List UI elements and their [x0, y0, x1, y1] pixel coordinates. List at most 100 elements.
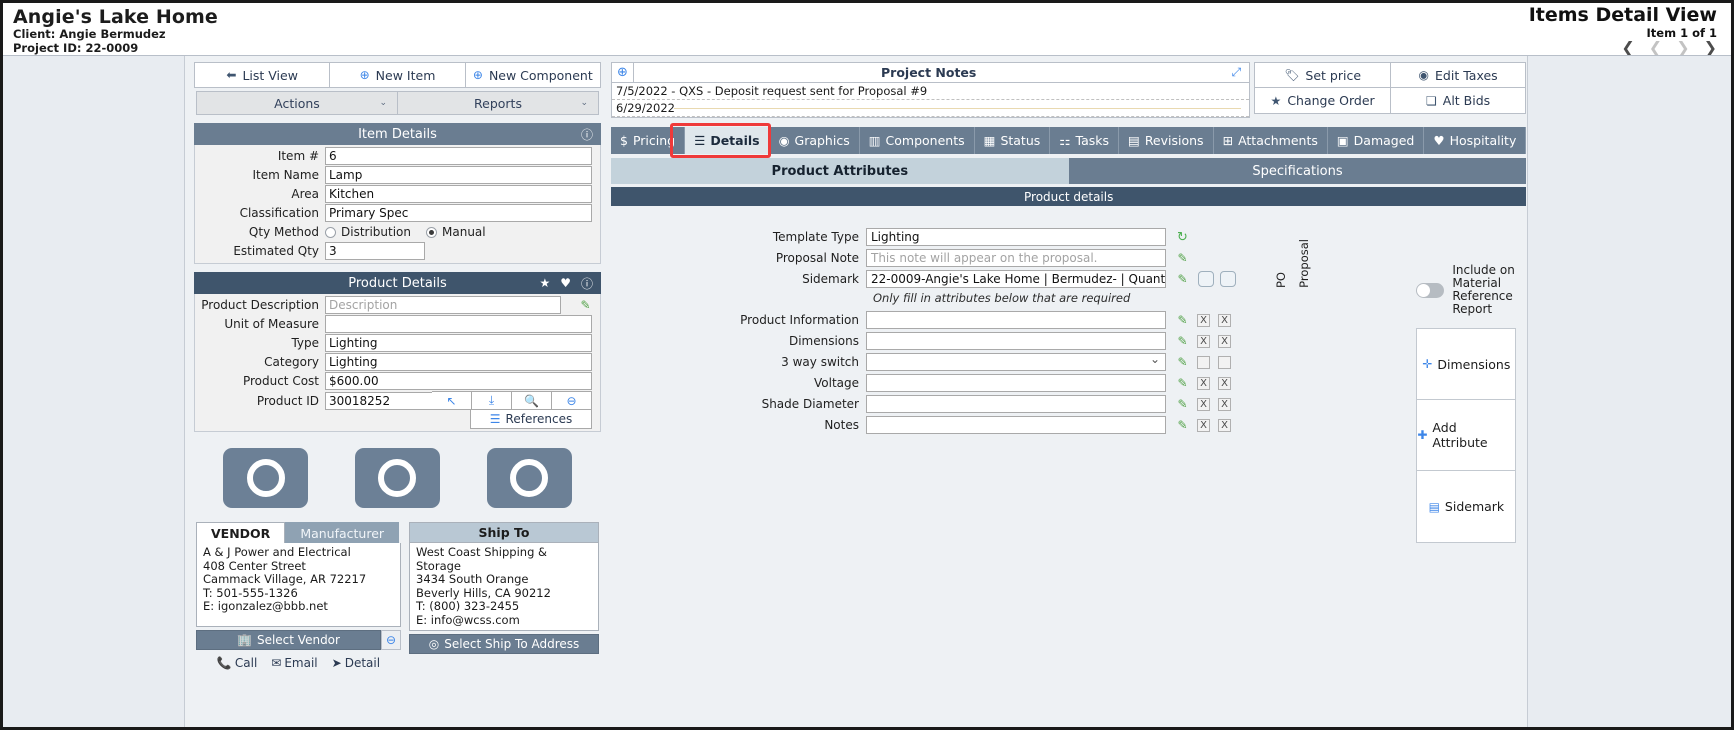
last-page-icon[interactable]: ❯ — [1704, 40, 1717, 56]
reports-dropdown[interactable]: Reports ⌄ — [397, 91, 599, 115]
email-button[interactable]: ✉ Email — [271, 656, 317, 670]
detail-button[interactable]: ➤ Detail — [332, 656, 380, 670]
subtab-product-attributes[interactable]: Product Attributes — [611, 158, 1069, 184]
pencil-icon[interactable]: ✎ — [1176, 272, 1189, 286]
first-page-icon[interactable]: ❮ — [1621, 40, 1634, 56]
radio-manual[interactable] — [426, 226, 438, 238]
proposal-checkbox[interactable]: X — [1218, 334, 1231, 348]
prev-page-icon[interactable]: ❮ — [1649, 40, 1662, 56]
three-way-switch-select[interactable] — [866, 353, 1166, 371]
refresh-icon[interactable]: ↻ — [1176, 230, 1189, 245]
proposal-checkbox[interactable]: . — [1218, 355, 1231, 369]
product-information-input[interactable] — [866, 311, 1166, 329]
new-item-button[interactable]: ⊕ New Item — [329, 62, 465, 88]
include-material-reference-toggle[interactable] — [1416, 282, 1445, 298]
link-arrow-icon[interactable]: ↖ — [432, 391, 472, 410]
po-checkbox[interactable]: X — [1197, 418, 1210, 432]
type-input[interactable]: Lighting — [325, 334, 592, 352]
pencil-icon[interactable]: ✎ — [1176, 313, 1189, 327]
tab-vendor[interactable]: VENDOR — [196, 522, 286, 543]
pencil-icon[interactable]: ✎ — [1176, 397, 1189, 411]
info-icon[interactable]: ⓘ — [581, 275, 593, 292]
po-checkbox[interactable]: . — [1197, 355, 1210, 369]
tab-hospitality[interactable]: ♥ Hospitality — [1424, 127, 1527, 154]
subtab-specifications[interactable]: Specifications — [1068, 158, 1527, 184]
sidemark-proposal-checkbox[interactable] — [1220, 271, 1236, 287]
pencil-icon[interactable]: ✎ — [1176, 376, 1189, 390]
area-input[interactable]: Kitchen — [325, 185, 592, 203]
dimensions-input[interactable] — [866, 332, 1166, 350]
pencil-icon[interactable]: ✎ — [579, 298, 592, 312]
set-price-button[interactable]: 🏷 Set price — [1254, 62, 1390, 88]
product-description-input[interactable]: Description — [325, 296, 561, 314]
edit-taxes-button[interactable]: ◉ Edit Taxes — [1389, 62, 1527, 88]
tab-details[interactable]: ☰ Details — [685, 127, 770, 154]
tab-attachments[interactable]: ⊞ Attachments — [1213, 127, 1328, 154]
pencil-icon[interactable]: ✎ — [1176, 251, 1189, 265]
pencil-icon[interactable]: ✎ — [1176, 334, 1189, 348]
sidemark-button[interactable]: ▤ Sidemark — [1417, 471, 1515, 542]
note-item[interactable]: 6/29/2022 — [612, 100, 1250, 117]
add-note-icon[interactable]: ⊕ — [612, 63, 634, 82]
tab-tasks[interactable]: ⚏ Tasks — [1050, 127, 1119, 154]
tab-graphics[interactable]: ◉ Graphics — [769, 127, 860, 154]
tab-components[interactable]: ▥ Components — [859, 127, 975, 154]
call-button[interactable]: 📞 Call — [217, 656, 257, 670]
po-checkbox[interactable]: X — [1197, 313, 1210, 327]
item-number-input[interactable]: 6 — [325, 147, 592, 165]
select-vendor-button[interactable]: 🏢 Select Vendor — [196, 630, 381, 650]
info-icon[interactable]: ⓘ — [581, 126, 593, 143]
tab-revisions[interactable]: ▤ Revisions — [1119, 127, 1214, 154]
photo-placeholder-3[interactable] — [486, 448, 572, 508]
expand-icon[interactable]: ⤢ — [1223, 65, 1249, 80]
unit-of-measure-input[interactable] — [325, 315, 592, 333]
photo-placeholder-1[interactable] — [223, 448, 309, 508]
template-type-input[interactable]: Lighting — [866, 228, 1166, 246]
actions-dropdown[interactable]: Actions ⌄ — [196, 91, 397, 115]
po-checkbox[interactable]: X — [1197, 334, 1210, 348]
tab-status[interactable]: ▦ Status — [974, 127, 1051, 154]
po-checkbox[interactable]: X — [1197, 376, 1210, 390]
remove-vendor-icon[interactable]: ⊖ — [381, 630, 401, 650]
shade-diameter-input[interactable] — [866, 395, 1166, 413]
select-shipto-button[interactable]: ◎ Select Ship To Address — [409, 634, 599, 654]
product-cost-input[interactable]: $600.00 — [325, 372, 592, 390]
new-component-button[interactable]: ⊕ New Component — [464, 62, 601, 88]
note-item[interactable]: 7/5/2022 - QXS - Deposit request sent fo… — [612, 83, 1250, 100]
heart-icon[interactable]: ♥ — [560, 276, 571, 290]
sidemark-po-checkbox[interactable] — [1198, 271, 1214, 287]
proposal-checkbox[interactable]: X — [1218, 418, 1231, 432]
remove-circle-icon[interactable]: ⊖ — [552, 391, 592, 410]
tab-damaged[interactable]: ▣ Damaged — [1327, 127, 1425, 154]
dimensions-button[interactable]: ✛ Dimensions — [1417, 329, 1516, 400]
alt-bids-button[interactable]: ❏ Alt Bids — [1389, 88, 1527, 114]
star-icon[interactable]: ★ — [539, 276, 550, 290]
client-name: Client: Angie Bermudez — [13, 27, 166, 41]
po-checkbox[interactable]: X — [1197, 397, 1210, 411]
classification-input[interactable]: Primary Spec — [325, 204, 592, 222]
references-button[interactable]: ☰ References — [470, 410, 592, 429]
tab-manufacturer[interactable]: Manufacturer — [285, 522, 400, 543]
sidemark-input[interactable]: 22-0009-Angie's Lake Home | Bermudez- | … — [866, 270, 1166, 288]
voltage-input[interactable] — [866, 374, 1166, 392]
product-id-input[interactable]: 30018252 — [325, 391, 432, 410]
item-name-input[interactable]: Lamp — [325, 166, 592, 184]
add-attribute-button[interactable]: ✚ Add Attribute — [1417, 400, 1516, 471]
change-order-button[interactable]: ★ Change Order — [1254, 88, 1390, 114]
photo-placeholder-2[interactable] — [354, 448, 440, 508]
radio-distribution[interactable] — [325, 226, 336, 238]
notes-input[interactable] — [866, 416, 1166, 434]
download-icon[interactable]: ⤓ — [472, 391, 512, 410]
category-input[interactable]: Lighting — [325, 353, 592, 371]
list-view-button[interactable]: ⬅ List View — [194, 62, 330, 88]
pencil-icon[interactable]: ✎ — [1176, 418, 1189, 432]
next-page-icon[interactable]: ❯ — [1676, 40, 1689, 56]
tab-pricing[interactable]: $ Pricing — [611, 127, 686, 154]
proposal-checkbox[interactable]: X — [1218, 397, 1231, 411]
proposal-checkbox[interactable]: X — [1218, 376, 1231, 390]
search-icon[interactable]: 🔍 — [512, 391, 552, 410]
pencil-icon[interactable]: ✎ — [1176, 355, 1189, 369]
proposal-checkbox[interactable]: X — [1218, 313, 1231, 327]
estimated-qty-input[interactable]: 3 — [325, 242, 425, 260]
proposal-note-input[interactable]: This note will appear on the proposal. — [866, 249, 1166, 267]
